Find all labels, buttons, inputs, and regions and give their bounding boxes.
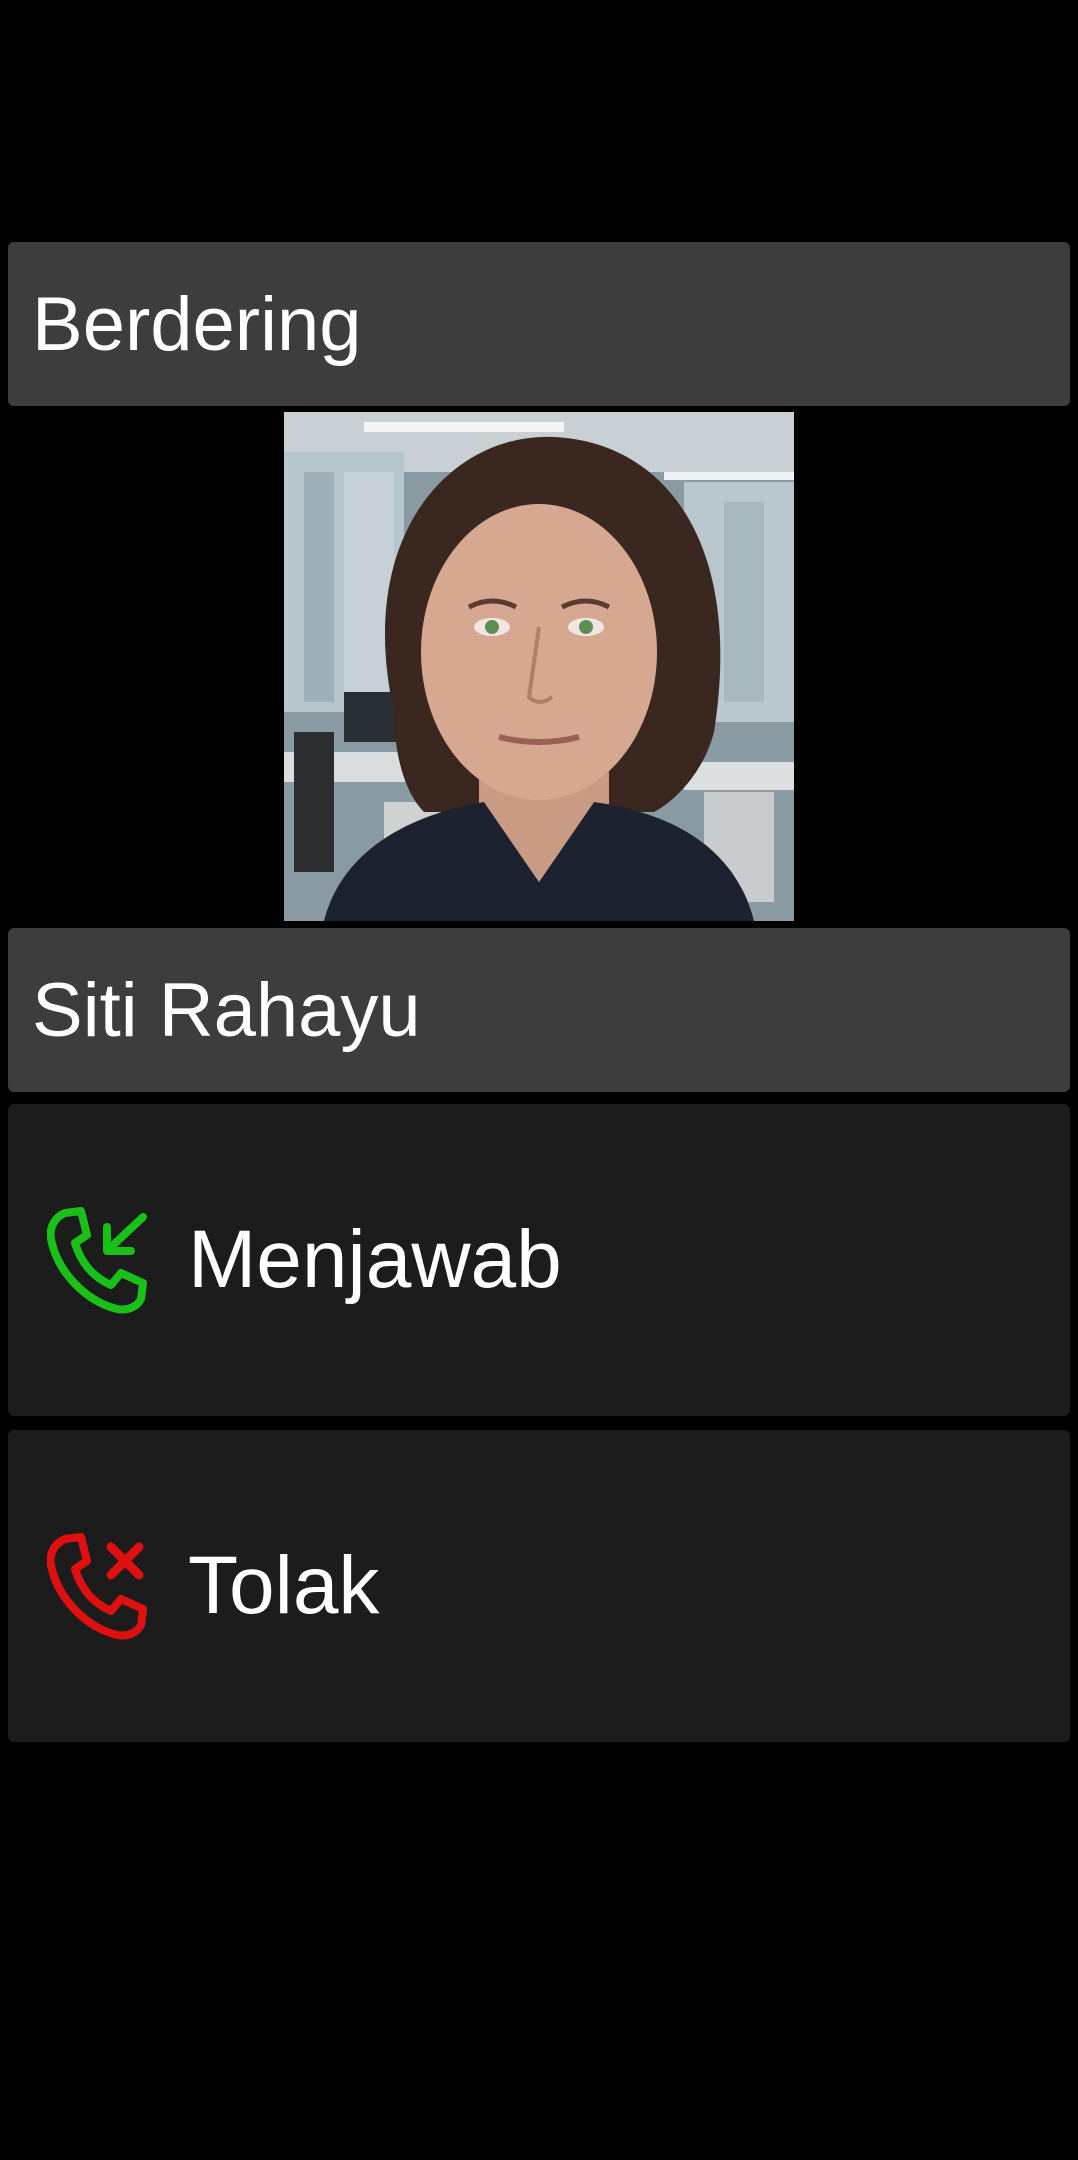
answer-call-button[interactable]: Menjawab <box>8 1104 1070 1416</box>
caller-name-bar: Siti Rahayu <box>8 928 1070 1092</box>
decline-call-button[interactable]: Tolak <box>8 1430 1070 1742</box>
call-answer-icon <box>42 1205 152 1315</box>
call-status-bar: Berdering <box>8 242 1070 406</box>
call-status-text: Berdering <box>32 281 362 367</box>
call-decline-icon <box>42 1531 152 1641</box>
decline-label: Tolak <box>188 1540 380 1631</box>
caller-name-text: Siti Rahayu <box>32 967 421 1053</box>
answer-label: Menjawab <box>188 1214 562 1305</box>
caller-photo <box>284 412 794 921</box>
